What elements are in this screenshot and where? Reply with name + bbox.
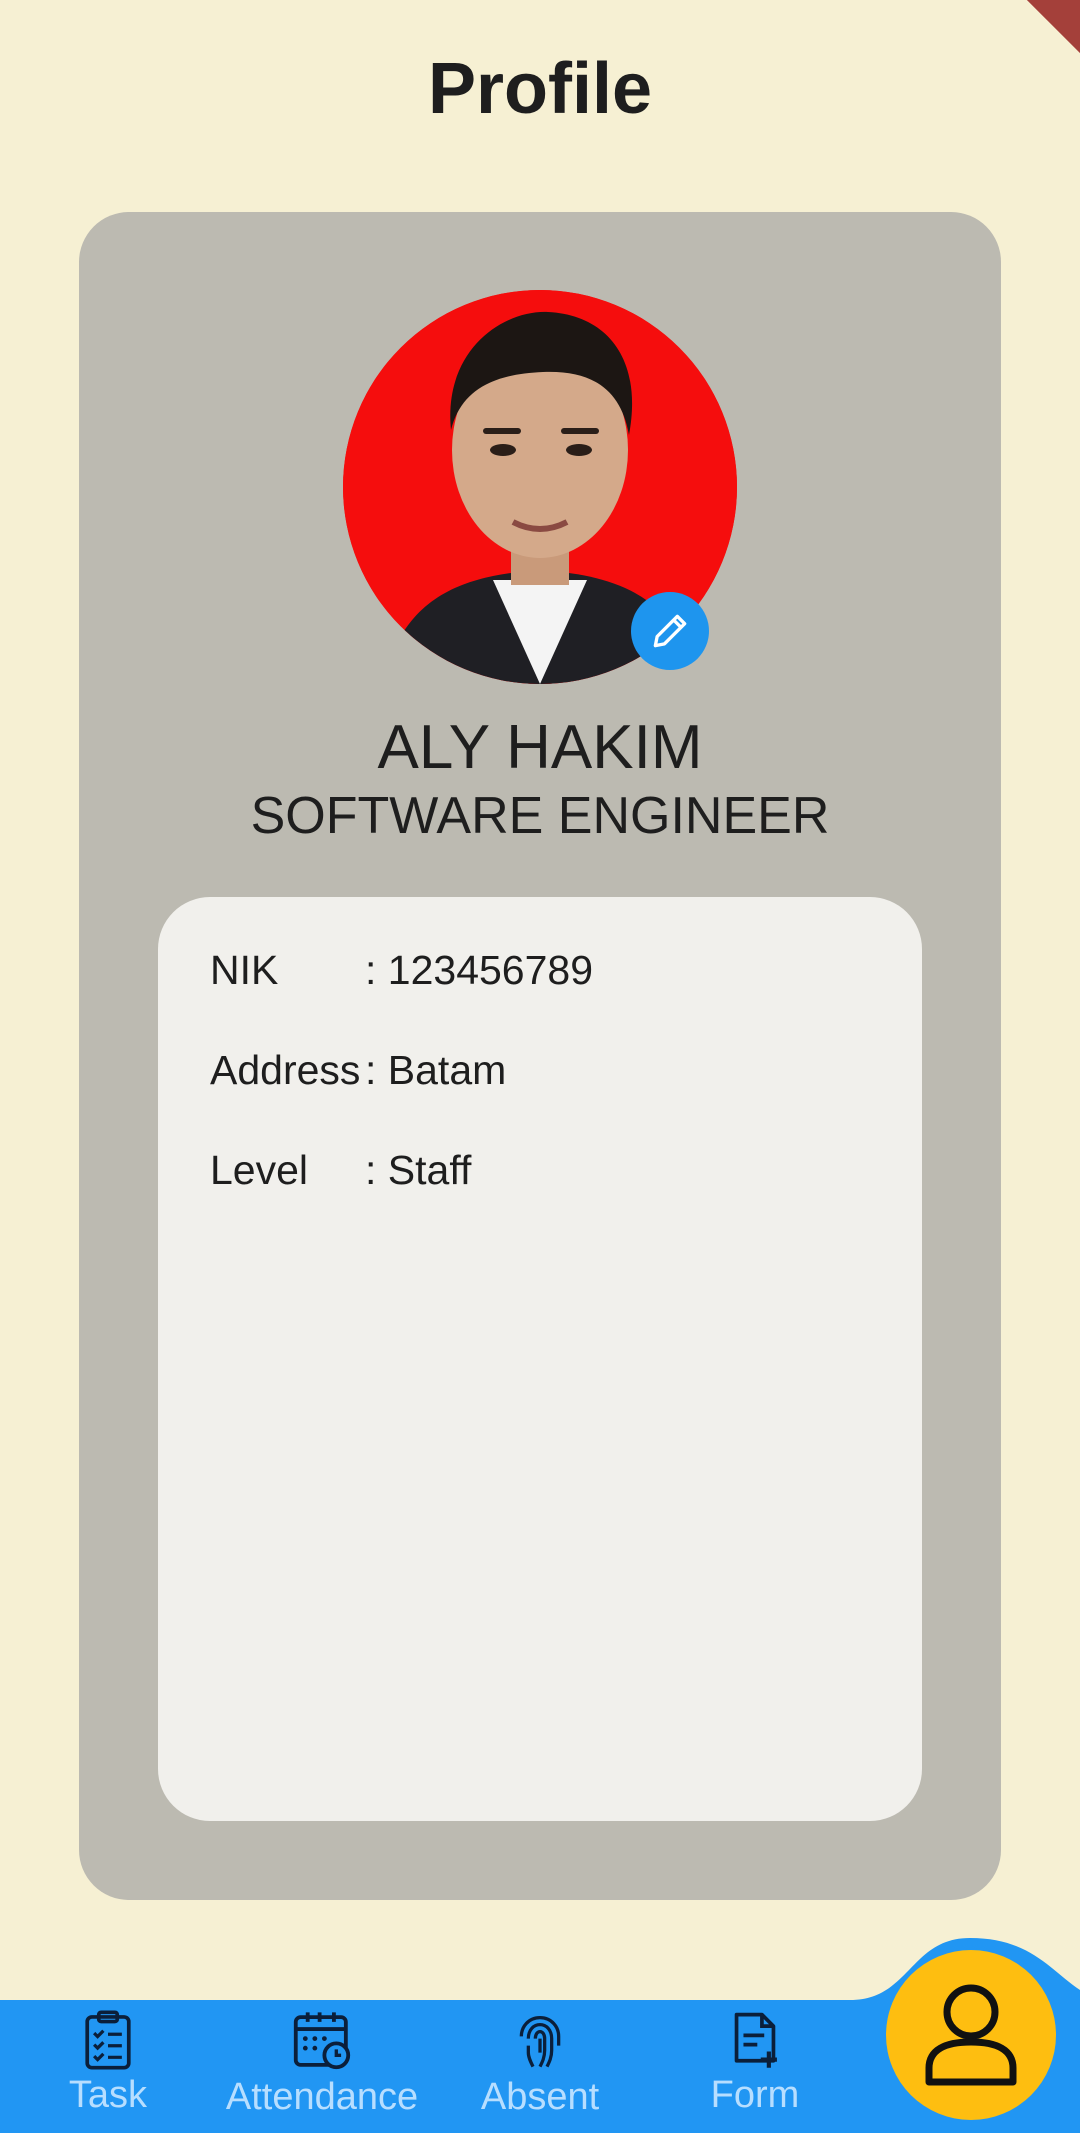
user-name: ALY HAKIM	[377, 713, 703, 782]
info-panel: NIK : 123456789 Address: Batam Level : Sta…	[158, 897, 922, 1821]
info-label: Address	[210, 1047, 361, 1093]
info-row-level: Level : Staff	[210, 1147, 471, 1194]
nav-label: Form	[710, 2074, 800, 2116]
nav-item-attendance[interactable]: Attendance	[212, 2000, 432, 2133]
page-title: Profile	[427, 49, 653, 129]
info-value: : 123456789	[365, 947, 594, 993]
nav-label: Absent	[480, 2076, 600, 2118]
info-value: : Batam	[365, 1047, 507, 1093]
nav-label: Task	[68, 2074, 148, 2116]
profile-nav-button[interactable]	[886, 1950, 1056, 2120]
nav-item-task[interactable]: Task	[48, 2000, 168, 2133]
info-row-nik: NIK : 123456789	[210, 947, 593, 994]
fingerprint-icon	[519, 2016, 561, 2068]
info-row-address: Address: Batam	[210, 1047, 506, 1094]
pencil-icon	[653, 614, 687, 648]
nav-item-absent[interactable]: Absent	[470, 2000, 610, 2133]
info-label: NIK	[210, 947, 279, 993]
clipboard-check-icon	[85, 2010, 131, 2070]
nav-label: Attendance	[225, 2076, 419, 2118]
calendar-clock-icon	[293, 2012, 351, 2070]
person-icon	[925, 1984, 1017, 2086]
profile-card: ALY HAKIM SOFTWARE ENGINEER NIK : 1234567…	[79, 212, 1001, 1900]
info-value: : Staff	[365, 1147, 472, 1193]
info-label: Level	[210, 1147, 309, 1193]
document-add-icon	[734, 2012, 777, 2068]
edit-photo-button[interactable]	[631, 592, 709, 670]
user-role: SOFTWARE ENGINEER	[250, 787, 830, 845]
nav-item-form[interactable]: Form	[695, 2000, 815, 2133]
